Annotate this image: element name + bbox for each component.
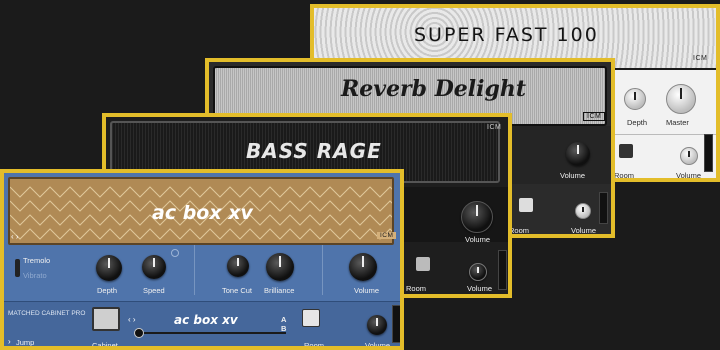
amp-title: BASS RAGE [246,139,382,163]
brand-badge: ICM [377,232,397,239]
tone-cut-knob[interactable] [227,255,249,277]
cabinet-nav-icon[interactable]: ‹ › [128,315,136,324]
depth-knob[interactable] [624,88,646,110]
cabinet-volume-knob[interactable] [575,203,591,219]
mode-option-tremolo[interactable]: Tremolo [23,256,50,265]
brilliance-knob[interactable] [266,253,294,281]
cabinet-name: ac box xv [174,313,238,327]
volume-knob[interactable] [566,142,590,166]
cabinet-volume-label: Volume [571,226,597,235]
cabinet-volume-label: Volume [467,284,493,293]
mode-option-vibrato[interactable]: Vibrato [23,271,47,280]
amp-title: ac box xv [152,202,253,224]
room-label: Room [304,341,325,350]
cabinet-volume-knob[interactable] [469,263,487,281]
jump-button[interactable]: Jump [16,338,34,346]
depth-label: Depth [97,286,118,295]
cabinet-volume-knob[interactable] [680,147,698,165]
mode-switch[interactable] [15,259,20,277]
room-icon[interactable] [416,257,430,271]
room-label: Room [509,226,530,235]
master-label: Master [666,118,689,127]
depth-label: Depth [627,118,648,127]
brand-badge: ICM [583,112,606,121]
tone-cut-label: Tone Cut [222,286,253,295]
volume-meter [599,192,608,224]
brand-badge: ICM [693,55,708,62]
brand-badge: ICM [487,124,502,131]
cabinet-volume-label: Volume [676,171,702,180]
brilliance-label: Brilliance [264,286,295,295]
room-icon[interactable] [519,198,533,212]
volume-knob[interactable] [461,201,493,233]
volume-knob[interactable] [349,253,377,281]
room-label: Room [614,171,635,180]
volume-meter [498,250,507,290]
mic-a-label: A [281,315,287,324]
mic-position-slider[interactable] [136,332,286,334]
cabinet-speaker-icon[interactable] [92,307,120,331]
speed-knob[interactable] [142,255,166,279]
depth-knob[interactable] [96,255,122,281]
mic-b-label: B [281,324,287,333]
cabinet-volume-knob[interactable] [367,315,387,335]
cabinet-product-name: MATCHED CABINET PRO [8,310,86,317]
volume-meter [392,305,400,343]
amp-ac-box-xv: ac box xv ICM ‹ › Tremolo Vibrato Depth … [0,169,404,350]
jump-arrow-icon[interactable]: › [8,337,11,346]
volume-label: Volume [560,171,586,180]
volume-label: Volume [354,286,380,295]
room-icon[interactable] [302,309,320,327]
settings-dot-icon[interactable] [171,249,179,257]
master-knob[interactable] [666,84,696,114]
room-icon[interactable] [619,144,633,158]
volume-label: Volume [465,235,491,244]
amp-title: SUPER FAST 100 [414,24,599,46]
cabinet-volume-label: Volume [365,341,391,350]
volume-meter [704,134,713,172]
cabinet-label: Cabinet [92,341,118,350]
section-divider [194,245,195,295]
section-divider [322,245,323,295]
mic-position-handle[interactable] [134,328,144,338]
amp-title: Reverb Delight [341,76,527,102]
speed-label: Speed [143,286,165,295]
chevron-left-right-icon[interactable]: ‹ › [11,232,19,241]
room-label: Room [406,284,427,293]
